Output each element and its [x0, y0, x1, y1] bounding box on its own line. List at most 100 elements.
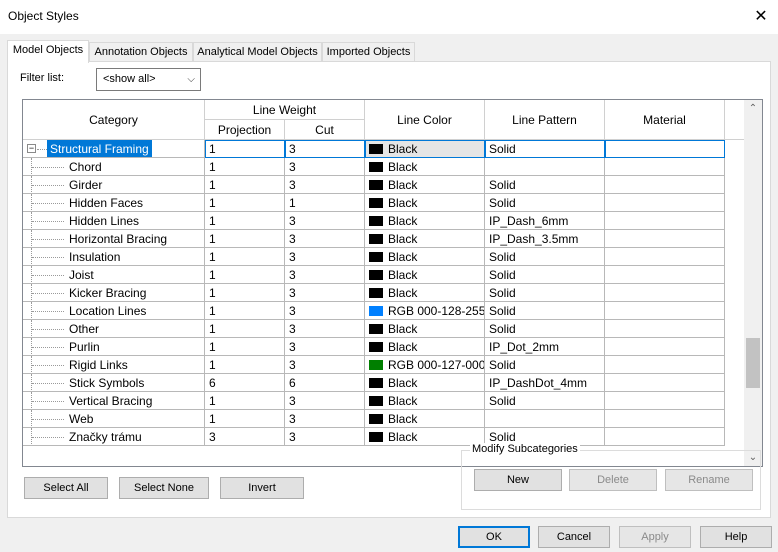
- ok-button[interactable]: OK: [458, 526, 530, 548]
- apply-button[interactable]: Apply: [619, 526, 691, 548]
- line-color-cell[interactable]: Black: [365, 284, 485, 302]
- line-color-cell[interactable]: Black: [365, 410, 485, 428]
- new-button[interactable]: New: [474, 469, 562, 491]
- line-color-cell[interactable]: Black: [365, 230, 485, 248]
- filter-list-dropdown[interactable]: <show all> ⌵: [96, 68, 201, 91]
- cut-cell[interactable]: 3: [285, 140, 365, 158]
- tab-model-objects[interactable]: Model Objects: [7, 40, 89, 63]
- table-row[interactable]: Hidden Lines 1 3 Black IP_Dash_6mm: [23, 212, 745, 230]
- cut-cell[interactable]: 3: [285, 176, 365, 194]
- cut-cell[interactable]: 3: [285, 356, 365, 374]
- category-cell[interactable]: Rigid Links: [23, 356, 205, 374]
- line-color-cell[interactable]: Black: [365, 338, 485, 356]
- line-pattern-cell[interactable]: IP_Dash_3.5mm: [485, 230, 605, 248]
- line-color-cell[interactable]: RGB 000-127-000: [365, 356, 485, 374]
- material-cell[interactable]: [605, 266, 725, 284]
- material-cell[interactable]: [605, 158, 725, 176]
- table-row[interactable]: Joist 1 3 Black Solid: [23, 266, 745, 284]
- line-pattern-cell[interactable]: [485, 410, 605, 428]
- category-cell[interactable]: Purlin: [23, 338, 205, 356]
- header-line-color[interactable]: Line Color: [365, 100, 485, 140]
- line-pattern-cell[interactable]: Solid: [485, 140, 605, 158]
- minus-box-icon[interactable]: −: [27, 144, 36, 153]
- line-color-cell[interactable]: Black: [365, 374, 485, 392]
- table-row[interactable]: Hidden Faces 1 1 Black Solid: [23, 194, 745, 212]
- material-cell[interactable]: [605, 374, 725, 392]
- category-cell[interactable]: Horizontal Bracing: [23, 230, 205, 248]
- table-row[interactable]: Stick Symbols 6 6 Black IP_DashDot_4mm: [23, 374, 745, 392]
- tab-annotation-objects[interactable]: Annotation Objects: [89, 42, 193, 62]
- cut-cell[interactable]: 3: [285, 248, 365, 266]
- line-color-cell[interactable]: Black: [365, 320, 485, 338]
- line-color-cell[interactable]: Black: [365, 212, 485, 230]
- cut-cell[interactable]: 3: [285, 212, 365, 230]
- projection-cell[interactable]: 6: [205, 374, 285, 392]
- projection-cell[interactable]: 1: [205, 284, 285, 302]
- tab-imported-objects[interactable]: Imported Objects: [322, 42, 415, 62]
- cut-cell[interactable]: 3: [285, 284, 365, 302]
- category-cell[interactable]: Značky trámu: [23, 428, 205, 446]
- cut-cell[interactable]: 3: [285, 302, 365, 320]
- projection-cell[interactable]: 1: [205, 140, 285, 158]
- rename-button[interactable]: Rename: [665, 469, 753, 491]
- projection-cell[interactable]: 1: [205, 176, 285, 194]
- line-color-cell[interactable]: Black: [365, 248, 485, 266]
- projection-cell[interactable]: 1: [205, 230, 285, 248]
- header-category[interactable]: Category: [23, 100, 205, 140]
- header-projection[interactable]: Projection: [205, 120, 285, 140]
- line-pattern-cell[interactable]: [485, 158, 605, 176]
- line-color-cell[interactable]: RGB 000-128-255: [365, 302, 485, 320]
- line-pattern-cell[interactable]: IP_Dash_6mm: [485, 212, 605, 230]
- line-color-cell[interactable]: Black: [365, 428, 485, 446]
- material-cell[interactable]: [605, 428, 725, 446]
- vertical-scrollbar[interactable]: ⌃ ⌄: [744, 100, 762, 466]
- cut-cell[interactable]: 3: [285, 410, 365, 428]
- projection-cell[interactable]: 1: [205, 410, 285, 428]
- line-pattern-cell[interactable]: Solid: [485, 194, 605, 212]
- header-material[interactable]: Material: [605, 100, 725, 140]
- cut-cell[interactable]: 3: [285, 266, 365, 284]
- chevron-up-icon[interactable]: ⌃: [744, 100, 762, 117]
- table-row[interactable]: Chord 1 3 Black: [23, 158, 745, 176]
- line-color-cell[interactable]: Black: [365, 266, 485, 284]
- cancel-button[interactable]: Cancel: [538, 526, 610, 548]
- category-cell[interactable]: Stick Symbols: [23, 374, 205, 392]
- line-color-cell[interactable]: Black: [365, 140, 485, 158]
- category-cell[interactable]: Web: [23, 410, 205, 428]
- line-pattern-cell[interactable]: Solid: [485, 266, 605, 284]
- material-cell[interactable]: [605, 356, 725, 374]
- projection-cell[interactable]: 1: [205, 158, 285, 176]
- projection-cell[interactable]: 1: [205, 248, 285, 266]
- projection-cell[interactable]: 1: [205, 212, 285, 230]
- category-cell[interactable]: Location Lines: [23, 302, 205, 320]
- line-pattern-cell[interactable]: Solid: [485, 392, 605, 410]
- table-row[interactable]: Značky trámu 3 3 Black Solid: [23, 428, 745, 446]
- table-row[interactable]: Insulation 1 3 Black Solid: [23, 248, 745, 266]
- line-pattern-cell[interactable]: Solid: [485, 176, 605, 194]
- table-row[interactable]: Kicker Bracing 1 3 Black Solid: [23, 284, 745, 302]
- line-pattern-cell[interactable]: Solid: [485, 356, 605, 374]
- cut-cell[interactable]: 3: [285, 158, 365, 176]
- material-cell[interactable]: [605, 194, 725, 212]
- projection-cell[interactable]: 1: [205, 356, 285, 374]
- table-row[interactable]: Rigid Links 1 3 RGB 000-127-000 Solid: [23, 356, 745, 374]
- line-pattern-cell[interactable]: IP_DashDot_4mm: [485, 374, 605, 392]
- table-row[interactable]: Location Lines 1 3 RGB 000-128-255 Solid: [23, 302, 745, 320]
- cut-cell[interactable]: 3: [285, 428, 365, 446]
- projection-cell[interactable]: 1: [205, 338, 285, 356]
- material-cell[interactable]: [605, 338, 725, 356]
- cut-cell[interactable]: 6: [285, 374, 365, 392]
- material-cell[interactable]: [605, 284, 725, 302]
- projection-cell[interactable]: 3: [205, 428, 285, 446]
- material-cell[interactable]: [605, 212, 725, 230]
- material-cell[interactable]: [605, 230, 725, 248]
- projection-cell[interactable]: 1: [205, 302, 285, 320]
- scrollbar-thumb[interactable]: [746, 338, 760, 388]
- category-cell[interactable]: Girder: [23, 176, 205, 194]
- material-cell[interactable]: [605, 392, 725, 410]
- table-row[interactable]: − Structural Framing 1 3 Black Solid: [23, 140, 745, 158]
- category-cell[interactable]: − Structural Framing: [23, 140, 205, 158]
- projection-cell[interactable]: 1: [205, 392, 285, 410]
- cut-cell[interactable]: 3: [285, 392, 365, 410]
- material-cell[interactable]: [605, 140, 725, 158]
